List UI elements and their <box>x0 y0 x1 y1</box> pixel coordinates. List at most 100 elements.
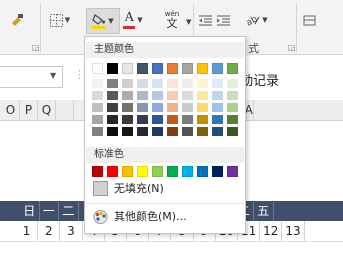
theme-shade-swatch[interactable] <box>92 127 103 136</box>
borders-button[interactable]: ▼ <box>46 9 74 31</box>
day-number-cell[interactable]: 13 <box>282 221 305 241</box>
weekday-cell[interactable]: 五 <box>254 201 274 221</box>
orientation-button[interactable]: ab ▼ <box>244 9 270 31</box>
theme-color-swatch[interactable] <box>152 63 163 74</box>
theme-shade-swatch[interactable] <box>122 91 133 100</box>
clipboard-launcher-icon[interactable]: ◲ <box>32 43 40 52</box>
theme-shade-swatch[interactable] <box>152 115 163 124</box>
theme-shade-swatch[interactable] <box>212 91 223 100</box>
theme-shade-swatch[interactable] <box>152 127 163 136</box>
theme-shade-swatch[interactable] <box>107 79 118 88</box>
theme-shade-swatch[interactable] <box>182 91 193 100</box>
weekday-cell[interactable]: 二 <box>59 201 79 221</box>
theme-shade-swatch[interactable] <box>92 91 103 100</box>
theme-color-swatch[interactable] <box>92 63 103 74</box>
weekday-cell[interactable]: 一 <box>40 201 59 221</box>
alignment-launcher-icon[interactable]: ◲ <box>288 43 296 52</box>
theme-color-swatch[interactable] <box>137 63 148 74</box>
theme-shade-swatch[interactable] <box>137 79 148 88</box>
theme-shade-swatch[interactable] <box>212 103 223 112</box>
column-header[interactable]: P <box>20 100 38 120</box>
theme-shade-swatch[interactable] <box>92 115 103 124</box>
theme-shade-swatch[interactable] <box>182 115 193 124</box>
theme-shade-swatch[interactable] <box>152 103 163 112</box>
theme-shade-swatch[interactable] <box>92 79 103 88</box>
day-number-cell[interactable]: 12 <box>260 221 283 241</box>
format-painter-icon[interactable] <box>6 9 28 31</box>
theme-shade-swatch[interactable] <box>122 127 133 136</box>
theme-shade-swatch[interactable] <box>182 79 193 88</box>
fill-color-button[interactable]: ▼ <box>86 8 120 34</box>
theme-shade-swatch[interactable] <box>197 103 208 112</box>
decrease-indent-icon[interactable] <box>196 9 214 31</box>
theme-color-swatch[interactable] <box>182 63 193 74</box>
theme-shade-swatch[interactable] <box>197 127 208 136</box>
theme-shade-swatch[interactable] <box>227 115 238 124</box>
theme-color-swatch[interactable] <box>212 63 223 74</box>
theme-shade-swatch[interactable] <box>107 127 118 136</box>
standard-color-swatch[interactable] <box>137 166 148 177</box>
theme-shade-swatch[interactable] <box>107 103 118 112</box>
theme-shade-swatch[interactable] <box>167 115 178 124</box>
theme-color-swatch[interactable] <box>197 63 208 74</box>
phonetic-guide-button[interactable]: wén 文 <box>158 9 186 31</box>
theme-shade-swatch[interactable] <box>212 79 223 88</box>
theme-shade-swatch[interactable] <box>182 127 193 136</box>
standard-color-swatch[interactable] <box>197 166 208 177</box>
borders-dropdown-icon[interactable]: ▼ <box>65 16 70 24</box>
theme-color-swatch[interactable] <box>122 63 133 74</box>
theme-shade-swatch[interactable] <box>182 103 193 112</box>
standard-color-swatch[interactable] <box>122 166 133 177</box>
standard-color-swatch[interactable] <box>212 166 223 177</box>
theme-shade-swatch[interactable] <box>152 79 163 88</box>
no-fill-item[interactable]: 无填充(N) <box>86 179 244 199</box>
font-color-dropdown-icon[interactable]: ▼ <box>137 16 142 24</box>
theme-shade-swatch[interactable] <box>167 79 178 88</box>
column-header[interactable] <box>56 100 74 120</box>
theme-shade-swatch[interactable] <box>122 115 133 124</box>
theme-color-swatch[interactable] <box>167 63 178 74</box>
theme-shade-swatch[interactable] <box>227 91 238 100</box>
theme-shade-swatch[interactable] <box>122 79 133 88</box>
theme-shade-swatch[interactable] <box>152 91 163 100</box>
number-format-icon[interactable] <box>300 9 318 31</box>
column-header[interactable]: O <box>2 100 20 120</box>
name-box-dropdown-icon[interactable]: ▼ <box>50 71 56 80</box>
theme-shade-swatch[interactable] <box>167 91 178 100</box>
theme-shade-swatch[interactable] <box>197 91 208 100</box>
theme-shade-swatch[interactable] <box>137 91 148 100</box>
theme-shade-swatch[interactable] <box>227 79 238 88</box>
theme-shade-swatch[interactable] <box>212 115 223 124</box>
orientation-dropdown-icon[interactable]: ▼ <box>262 16 267 24</box>
fill-color-dropdown-icon[interactable]: ▼ <box>108 17 113 25</box>
theme-color-swatch[interactable] <box>107 63 118 74</box>
standard-color-swatch[interactable] <box>227 166 238 177</box>
day-number-cell[interactable]: 2 <box>38 221 61 241</box>
standard-color-swatch[interactable] <box>167 166 178 177</box>
theme-shade-swatch[interactable] <box>92 103 103 112</box>
theme-shade-swatch[interactable] <box>197 115 208 124</box>
theme-shade-swatch[interactable] <box>167 127 178 136</box>
theme-shade-swatch[interactable] <box>137 103 148 112</box>
column-header[interactable]: Q <box>38 100 56 120</box>
standard-color-swatch[interactable] <box>107 166 118 177</box>
standard-color-swatch[interactable] <box>152 166 163 177</box>
theme-shade-swatch[interactable] <box>137 127 148 136</box>
theme-shade-swatch[interactable] <box>122 103 133 112</box>
theme-shade-swatch[interactable] <box>107 115 118 124</box>
increase-indent-icon[interactable] <box>214 9 232 31</box>
theme-shade-swatch[interactable] <box>167 103 178 112</box>
day-number-cell[interactable]: 1 <box>16 221 39 241</box>
standard-color-swatch[interactable] <box>92 166 103 177</box>
theme-shade-swatch[interactable] <box>227 127 238 136</box>
day-number-cell[interactable]: 3 <box>60 221 83 241</box>
theme-shade-swatch[interactable] <box>212 127 223 136</box>
more-colors-item[interactable]: 其他颜色(M)... <box>86 207 244 227</box>
phonetic-dropdown-icon[interactable]: ▼ <box>186 18 191 26</box>
font-color-button[interactable]: A ▼ <box>121 9 145 31</box>
weekday-cell[interactable]: 日 <box>20 201 40 221</box>
theme-shade-swatch[interactable] <box>197 79 208 88</box>
theme-shade-swatch[interactable] <box>227 103 238 112</box>
theme-shade-swatch[interactable] <box>137 115 148 124</box>
standard-color-swatch[interactable] <box>182 166 193 177</box>
